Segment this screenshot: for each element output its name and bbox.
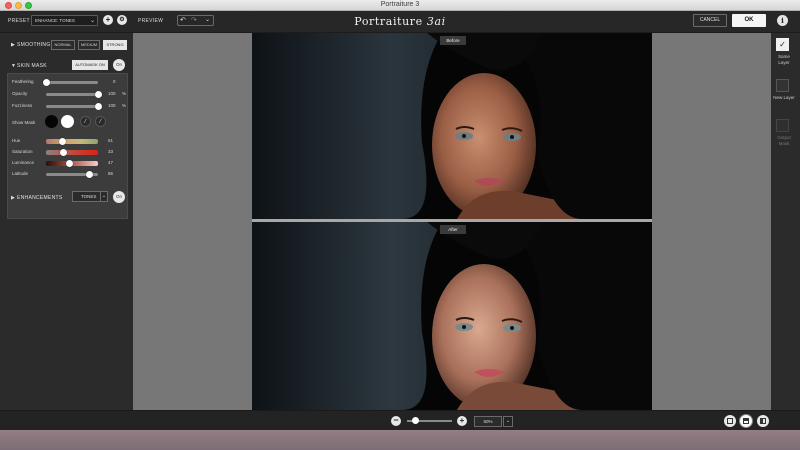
skin-mask-on-toggle[interactable]: On [113,59,125,71]
title-bar: Portraiture 3 [0,0,800,11]
triangle-right-icon: ▶ [11,42,15,48]
single-view-icon [727,418,733,424]
show-mask-label: Show Mask [12,120,36,125]
fuzziness-slider[interactable] [46,105,98,108]
top-toolbar: PRESET ENHANCE: TONES ⌄ + ⚙ PREVIEW ↶ ↷ … [0,11,800,33]
zoom-in-button[interactable]: + [457,416,467,426]
feathering-slider-knob[interactable] [42,79,50,86]
info-icon[interactable]: i [777,15,788,26]
portrait-after-image [252,222,652,410]
split-vertical-view-button[interactable] [757,415,769,427]
eyedropper-plus-icon[interactable]: ⁄ [95,116,106,127]
settings-panel: ▶ SMOOTHING NORMAL MEDIUM STRONG ▼ SKIN … [0,33,133,410]
saturation-slider[interactable] [46,150,98,155]
enhancements-value: TONES [81,194,97,199]
portrait-before-image [252,33,652,219]
enhancements-dropdown[interactable]: TONES ⌄ [72,191,108,202]
output-mask-label: Output Mask [777,135,791,146]
saturation-label: Saturation [12,149,33,154]
bottom-bar: − + 50% ⌄ [0,410,800,430]
latitude-label: Latitude [12,171,29,176]
luminance-value: 47 [108,160,114,165]
skin-mask-title: SKIN MASK [17,63,47,69]
split-vertical-icon [760,418,766,424]
split-horizontal-view-button[interactable] [740,415,752,427]
new-layer-checkbox[interactable] [776,79,789,92]
smoothing-title: SMOOTHING [17,42,51,48]
luminance-slider-knob[interactable] [65,160,73,167]
eyedropper-icon[interactable]: ⁄ [80,116,91,127]
opacity-value: 100 [108,91,116,96]
fuzziness-unit: % [122,103,127,108]
after-preview-image: After [252,222,652,410]
triangle-right-icon: ▶ [11,195,15,201]
automask-button[interactable]: AUTOMASK ON [72,60,108,70]
fuzziness-value: 100 [108,103,116,108]
fuzziness-label: Fuzziness [12,103,33,108]
feathering-slider[interactable] [46,81,98,84]
chevron-down-icon: ⌄ [100,192,107,201]
hue-value: 61 [108,138,114,143]
after-label: After [440,225,466,234]
same-layer-checkbox[interactable]: ✓ [776,38,789,51]
opacity-label: Opacity [12,91,28,96]
luminance-label: Luminance [12,160,35,165]
cancel-button[interactable]: CANCEL [693,14,727,27]
before-label: Before [440,36,466,45]
triangle-down-icon: ▼ [11,63,16,69]
smoothing-strong-button[interactable]: STRONG [103,40,127,50]
latitude-slider-knob[interactable] [86,171,94,178]
split-horizontal-icon [743,418,749,424]
brand-logo: Portraiture 3ai [354,15,446,28]
feathering-value: 0 [113,79,116,84]
opacity-slider-knob[interactable] [94,91,102,98]
white-mask-swatch[interactable] [61,115,74,128]
window-title: Portraiture 3 [380,1,420,8]
saturation-slider-knob[interactable] [59,149,67,156]
zoom-out-button[interactable]: − [391,416,401,426]
single-view-button[interactable] [724,415,736,427]
zoom-slider-knob[interactable] [411,417,419,424]
black-mask-swatch[interactable] [45,115,58,128]
smoothing-medium-button[interactable]: MEDIUM [78,40,100,50]
app-window: Portraiture 3 PRESET ENHANCE: TONES ⌄ + … [0,0,800,430]
ok-button[interactable]: OK [732,14,766,27]
zoom-level-field[interactable]: 50% [474,416,502,427]
hue-label: Hue [12,138,21,143]
before-preview-image: Before [252,33,652,219]
latitude-value: 86 [108,171,114,176]
preview-canvas[interactable]: Before After [133,33,771,410]
output-mask-checkbox[interactable] [776,119,789,132]
output-panel: ✓ Same Layer New Layer Output Mask [771,33,800,410]
new-layer-label: New Layer [773,95,795,100]
fuzziness-slider-knob[interactable] [94,103,102,110]
enhancements-title: ENHANCEMENTS [17,195,63,201]
hue-slider[interactable] [46,139,98,144]
smoothing-section[interactable]: ▶ SMOOTHING NORMAL MEDIUM STRONG [0,36,133,54]
opacity-unit: % [122,91,127,96]
feathering-label: Feathering [12,79,34,84]
saturation-value: 33 [108,149,114,154]
same-layer-label: Same Layer [778,54,790,65]
chevron-down-icon[interactable]: ⌄ [503,416,513,427]
enhancements-on-toggle[interactable]: On [113,191,125,203]
opacity-slider[interactable] [46,93,98,96]
smoothing-normal-button[interactable]: NORMAL [51,40,75,50]
